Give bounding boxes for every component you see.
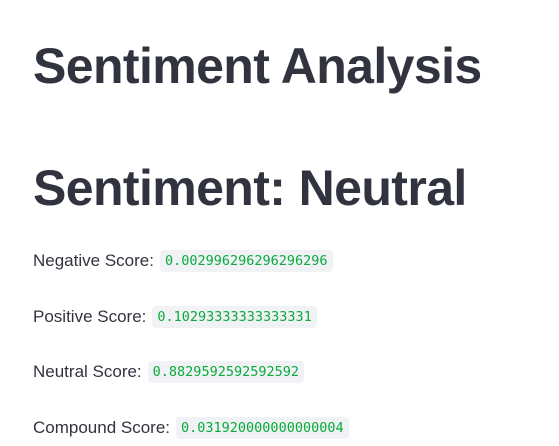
neutral-score-row: Neutral Score: 0.8829592592592592 <box>33 359 304 385</box>
neutral-score-label: Neutral Score: <box>33 362 142 381</box>
page-title: Sentiment Analysis <box>33 38 482 94</box>
neutral-score-value: 0.8829592592592592 <box>147 361 304 383</box>
positive-score-value: 0.10293333333333331 <box>152 306 317 328</box>
positive-score-label: Positive Score: <box>33 307 147 326</box>
positive-score-row: Positive Score: 0.10293333333333331 <box>33 304 317 330</box>
compound-score-label: Compound Score: <box>33 418 171 437</box>
negative-score-label: Negative Score: <box>33 251 154 270</box>
negative-score-value: 0.002996296296296296 <box>159 250 333 272</box>
compound-score-value: 0.031920000000000004 <box>176 417 349 439</box>
negative-score-row: Negative Score: 0.002996296296296296 <box>33 248 333 274</box>
sentiment-heading: Sentiment: Neutral <box>33 160 467 216</box>
compound-score-row: Compound Score: 0.031920000000000004 <box>33 415 349 441</box>
